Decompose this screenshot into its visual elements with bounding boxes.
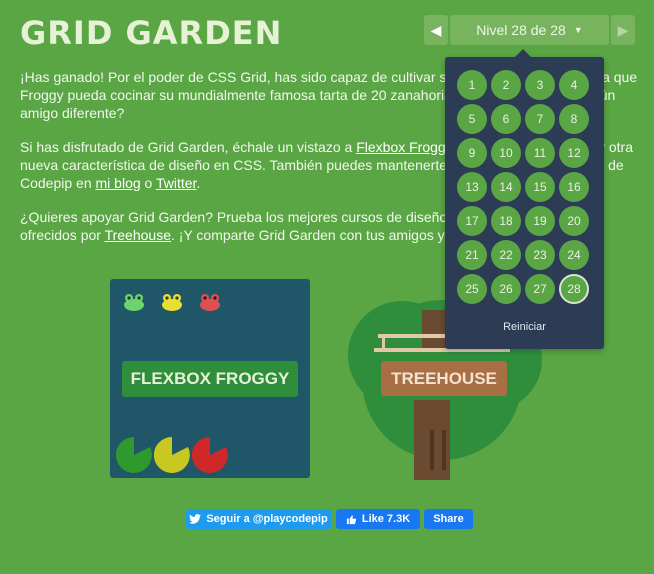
frog-icon xyxy=(124,294,144,311)
twitter-follow-label: Seguir a @playcodepip xyxy=(206,513,328,525)
flexbox-froggy-card[interactable]: FLEXBOX FROGGY xyxy=(110,279,310,478)
level-button[interactable]: 19 xyxy=(525,206,555,236)
level-button[interactable]: 10 xyxy=(491,138,521,168)
treehouse-link[interactable]: Treehouse xyxy=(105,227,171,243)
frog-icon xyxy=(200,294,220,311)
level-button[interactable]: 2 xyxy=(491,70,521,100)
related-text-4: . xyxy=(196,175,201,191)
level-button[interactable]: 15 xyxy=(525,172,555,202)
level-button[interactable]: 28 xyxy=(559,274,589,304)
level-button[interactable]: 25 xyxy=(457,274,487,304)
level-indicator: Nivel 28 de 28 xyxy=(476,22,566,38)
related-text-1: Si has disfrutado de Grid Garden, échale… xyxy=(20,139,357,155)
like-label: Like 7.3K xyxy=(361,513,411,525)
level-button[interactable]: 23 xyxy=(525,240,555,270)
level-selector[interactable]: Nivel 28 de 28 ▼ xyxy=(450,15,609,45)
previous-level-button[interactable]: ◀ xyxy=(424,15,448,45)
caret-down-icon: ▼ xyxy=(573,25,583,35)
lilypad-icon xyxy=(192,437,228,473)
level-button[interactable]: 16 xyxy=(559,172,589,202)
level-button[interactable]: 13 xyxy=(457,172,487,202)
flexbox-froggy-button[interactable]: FLEXBOX FROGGY xyxy=(122,361,298,397)
level-button[interactable]: 21 xyxy=(457,240,487,270)
level-button[interactable]: 17 xyxy=(457,206,487,236)
level-grid: 1 2 3 4 5 6 7 8 9 10 11 12 13 14 15 16 17 18 19 20 21 22 23 24 2… xyxy=(457,70,593,304)
triangle-left-icon: ◀ xyxy=(430,21,442,38)
frog-icon xyxy=(162,294,182,311)
twitter-link[interactable]: Twitter xyxy=(156,175,196,191)
level-menu: 1 2 3 4 5 6 7 8 9 10 11 12 13 14 15 16 17 18 19 20 21 22 23 24 2… xyxy=(445,49,604,349)
level-button[interactable]: 3 xyxy=(525,70,555,100)
twitter-follow-button[interactable]: Seguir a @playcodepip xyxy=(186,509,331,529)
lilypad-icon xyxy=(116,437,152,473)
reset-button[interactable]: Reiniciar xyxy=(445,321,604,333)
level-button[interactable]: 6 xyxy=(491,104,521,134)
lilypad-icon xyxy=(154,437,190,473)
thumbs-up-icon xyxy=(346,514,356,524)
level-button[interactable]: 11 xyxy=(525,138,555,168)
level-button[interactable]: 26 xyxy=(491,274,521,304)
level-navigation: ◀ Nivel 28 de 28 ▼ ▶ xyxy=(424,15,635,45)
level-button[interactable]: 27 xyxy=(525,274,555,304)
level-button[interactable]: 12 xyxy=(559,138,589,168)
facebook-like-button[interactable]: Like 7.3K xyxy=(336,509,420,529)
level-button[interactable]: 4 xyxy=(559,70,589,100)
level-button[interactable]: 5 xyxy=(457,104,487,134)
page-title: GRID GARDEN xyxy=(20,14,283,52)
twitter-bird-icon xyxy=(189,514,202,524)
related-text-3: o xyxy=(140,175,156,191)
level-button[interactable]: 7 xyxy=(525,104,555,134)
level-button[interactable]: 14 xyxy=(491,172,521,202)
level-button[interactable]: 9 xyxy=(457,138,487,168)
flexbox-froggy-link[interactable]: Flexbox Froggy xyxy=(356,139,451,155)
triangle-right-icon: ▶ xyxy=(617,21,629,38)
facebook-share-button[interactable]: Share xyxy=(424,509,473,529)
level-button[interactable]: 1 xyxy=(457,70,487,100)
treehouse-button[interactable]: TREEHOUSE xyxy=(381,361,507,396)
level-button[interactable]: 8 xyxy=(559,104,589,134)
level-button[interactable]: 24 xyxy=(559,240,589,270)
level-button[interactable]: 20 xyxy=(559,206,589,236)
level-button[interactable]: 22 xyxy=(491,240,521,270)
level-button[interactable]: 18 xyxy=(491,206,521,236)
next-level-button[interactable]: ▶ xyxy=(611,15,635,45)
blog-link[interactable]: mi blog xyxy=(96,175,141,191)
